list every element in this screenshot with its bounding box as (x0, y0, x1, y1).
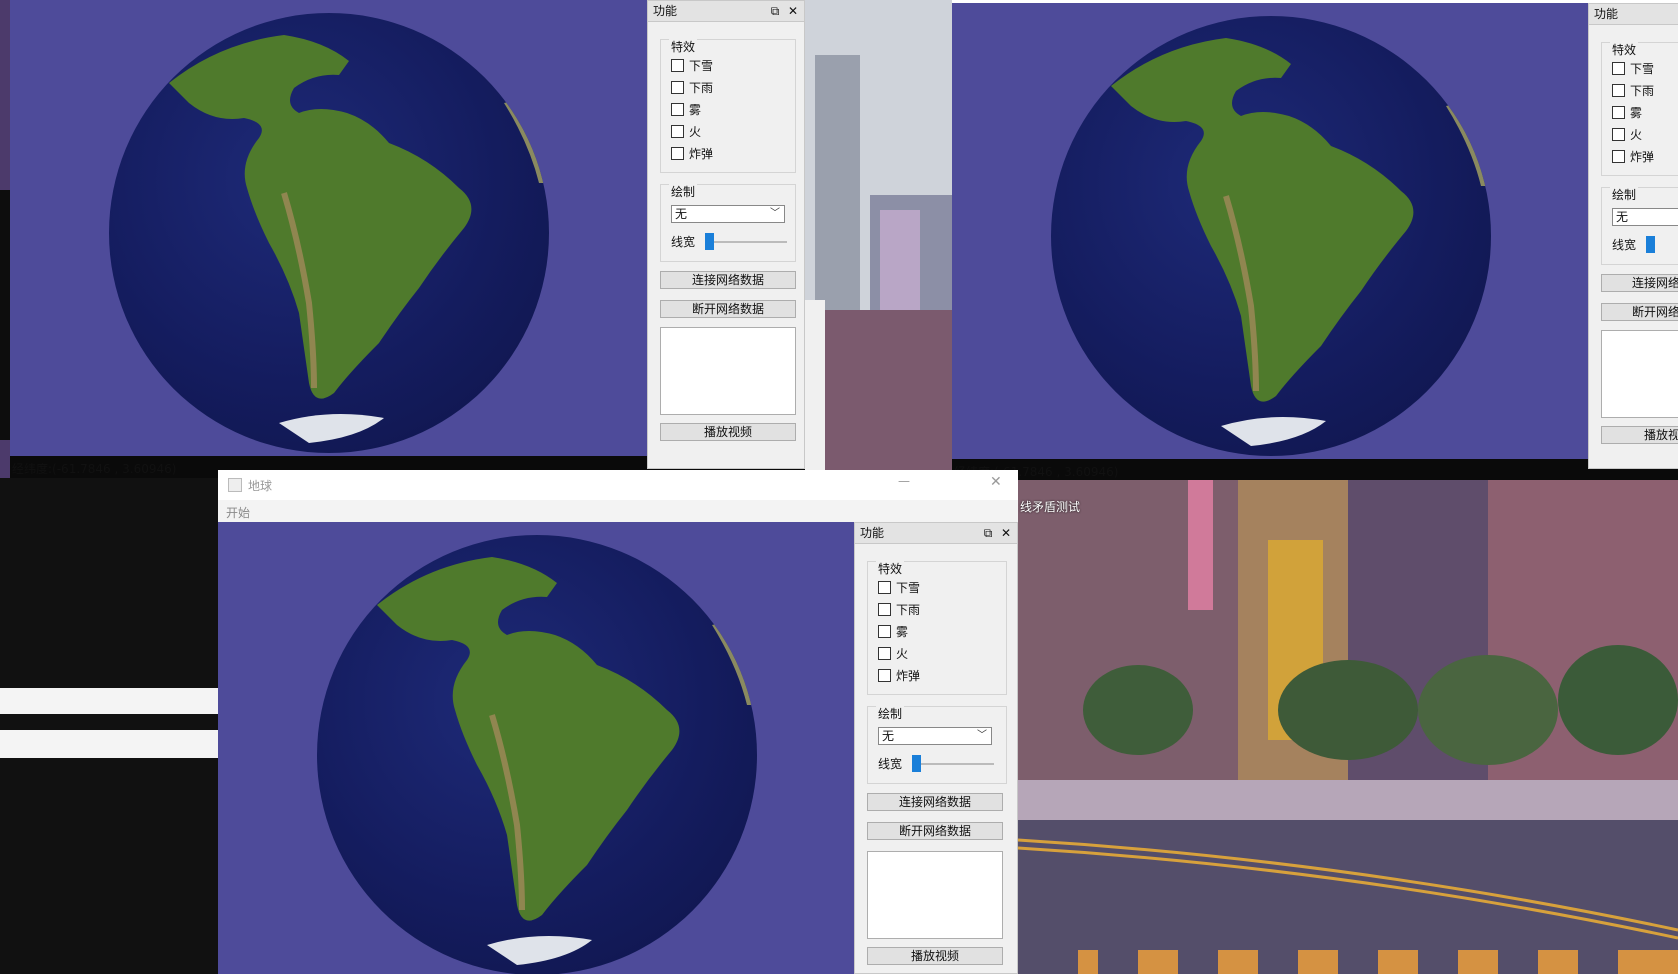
desktop-area-bottom-left (0, 478, 218, 974)
checkbox-fire[interactable]: 火 (878, 646, 908, 662)
effects-label: 特效 (669, 38, 698, 55)
function-panel-top-right: 功能 特效 下雪 下雨 雾 火 炸弹 绘制 无 线宽 连接网络 断开网络 播放视 (1588, 3, 1678, 469)
line-width-slider-thumb[interactable] (1646, 236, 1655, 253)
city-background-top (805, 0, 952, 470)
line-width-label: 线宽 (671, 235, 696, 249)
checkbox-fire[interactable]: 火 (671, 124, 701, 140)
connect-network-button[interactable]: 连接网络数据 (660, 271, 796, 289)
line-width-label: 线宽 (1612, 238, 1637, 252)
draw-select[interactable]: 无 ﹀ (671, 205, 785, 223)
globe-view-top-right[interactable] (952, 3, 1588, 459)
draw-group: 绘制 无 ﹀ 线宽 (660, 183, 796, 262)
draw-select[interactable]: 无 ﹀ (878, 727, 992, 745)
effects-group: 特效 下雪 下雨 雾 火 炸弹 (660, 38, 796, 173)
checkbox-bomb[interactable]: 炸弹 (878, 668, 920, 684)
menu-start[interactable]: 开始 (226, 504, 250, 521)
checkbox-fire[interactable]: 火 (1612, 127, 1642, 143)
play-video-button[interactable]: 播放视频 (660, 423, 796, 441)
checkbox-snow[interactable]: 下雪 (671, 58, 713, 74)
draw-group: 绘制 无 ﹀ 线宽 (867, 705, 1007, 784)
panel-title-bar: 功能 (1589, 4, 1678, 25)
chevron-down-icon: ﹀ (770, 208, 780, 219)
coordinate-readout: 经纬度:(-61.7846 , 3.60946) (12, 462, 177, 476)
panel-title: 功能 (1594, 7, 1619, 21)
function-panel-bottom: 功能 ⧉ ✕ 特效 下雪 下雨 雾 火 炸弹 绘制 无 ﹀ 线宽 连接网络数据 断开… (854, 522, 1018, 974)
video-window-title: 线矛盾测试 (1020, 500, 1081, 514)
effects-group: 特效 下雪 下雨 雾 火 炸弹 (867, 560, 1007, 695)
draw-label: 绘制 (1610, 186, 1639, 203)
close-icon[interactable]: ✕ (786, 1, 800, 21)
panel-title-bar: 功能 ⧉ ✕ (648, 1, 804, 22)
line-width-slider-track[interactable] (705, 241, 787, 243)
menu-bar: 开始 (218, 500, 1018, 522)
play-video-button[interactable]: 播放视 (1601, 426, 1678, 444)
minimize-icon[interactable]: — (898, 474, 910, 488)
close-icon[interactable]: ✕ (990, 474, 1002, 490)
checkbox-bomb[interactable]: 炸弹 (671, 146, 713, 162)
line-width-slider-thumb[interactable] (912, 755, 921, 772)
disconnect-network-button[interactable]: 断开网络数据 (867, 822, 1003, 840)
video-area (867, 851, 1003, 939)
line-width-slider-thumb[interactable] (705, 233, 714, 250)
line-width-label: 线宽 (878, 757, 903, 771)
checkbox-snow[interactable]: 下雪 (878, 580, 920, 596)
checkbox-fog[interactable]: 雾 (671, 102, 701, 118)
checkbox-rain[interactable]: 下雨 (671, 80, 713, 96)
line-width-slider-track[interactable] (912, 763, 994, 765)
window-title: 地球 (248, 479, 273, 493)
close-icon[interactable]: ✕ (999, 523, 1013, 543)
draw-label: 绘制 (876, 705, 905, 722)
panel-title: 功能 (860, 526, 885, 540)
window-title-bar[interactable]: 地球 — ✕ (218, 470, 1018, 500)
chevron-down-icon: ﹀ (977, 730, 987, 741)
globe[interactable] (109, 13, 549, 453)
checkbox-rain[interactable]: 下雨 (878, 602, 920, 618)
panel-title-bar: 功能 ⧉ ✕ (855, 523, 1017, 544)
draw-group: 绘制 无 线宽 (1601, 186, 1678, 265)
restore-icon[interactable]: ⧉ (981, 523, 995, 543)
city-video-window: 线矛盾测试 (1018, 480, 1678, 974)
checkbox-snow[interactable]: 下雪 (1612, 61, 1654, 77)
video-area (660, 327, 796, 415)
connect-network-button[interactable]: 连接网络数据 (867, 793, 1003, 811)
checkbox-rain[interactable]: 下雨 (1612, 83, 1654, 99)
disconnect-network-button[interactable]: 断开网络 (1601, 303, 1678, 321)
checkbox-fog[interactable]: 雾 (878, 624, 908, 640)
globe[interactable] (1051, 16, 1491, 456)
effects-label: 特效 (876, 560, 905, 577)
effects-label: 特效 (1610, 41, 1639, 58)
connect-network-button[interactable]: 连接网络 (1601, 274, 1678, 292)
draw-select[interactable]: 无 (1612, 208, 1678, 226)
desktop-strip-white (0, 190, 10, 440)
restore-icon[interactable]: ⧉ (768, 1, 782, 21)
effects-group: 特效 下雪 下雨 雾 火 炸弹 (1601, 41, 1678, 176)
globe[interactable] (317, 535, 757, 974)
desktop-stripe-1 (0, 688, 218, 714)
disconnect-network-button[interactable]: 断开网络数据 (660, 300, 796, 318)
app-icon (228, 478, 242, 492)
globe-view-bottom[interactable] (218, 522, 854, 974)
play-video-button[interactable]: 播放视频 (867, 947, 1003, 965)
globe-view-top-left[interactable] (10, 0, 647, 456)
desktop-stripe-2 (0, 730, 218, 758)
checkbox-bomb[interactable]: 炸弹 (1612, 149, 1654, 165)
function-panel-top-left: 功能 ⧉ ✕ 特效 下雪 下雨 雾 火 炸弹 绘制 无 ﹀ 线宽 连接网络数据 断开… (647, 0, 805, 469)
checkbox-fog[interactable]: 雾 (1612, 105, 1642, 121)
panel-title: 功能 (653, 4, 678, 18)
draw-label: 绘制 (669, 183, 698, 200)
video-area (1601, 330, 1678, 418)
